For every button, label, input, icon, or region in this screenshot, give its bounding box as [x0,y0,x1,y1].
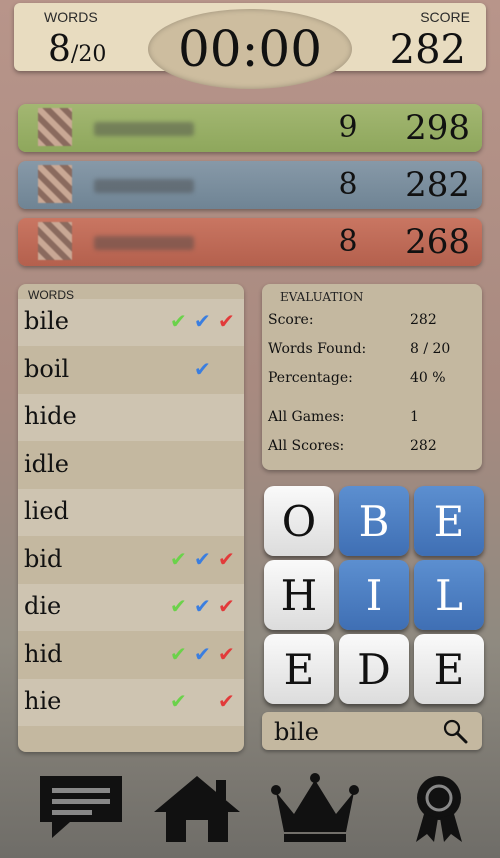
green-check-icon: ✔ [170,309,187,333]
score-label: SCORE [420,9,470,25]
letter-tile[interactable]: E [264,634,334,704]
list-item[interactable]: idle [18,442,244,489]
player-score: 268 [405,222,470,262]
player-row-1: 9 298 [18,104,482,152]
letter-tile[interactable]: B [339,486,409,556]
avatar [38,222,72,260]
red-check-icon: ✔ [218,641,235,666]
avatar [38,108,72,146]
current-word: bile [274,718,319,746]
evaluation-title: EVALUATION [280,290,364,304]
home-icon[interactable] [152,772,242,844]
list-item[interactable]: bile ✔ ✔ ✔ [18,299,244,346]
letter-tile[interactable]: D [339,634,409,704]
blue-check-icon: ✔ [194,546,211,571]
letter-tile[interactable]: H [264,560,334,630]
word-text: bid [24,544,63,573]
letter-tile[interactable]: L [414,560,484,630]
list-item[interactable]: hide [18,394,244,441]
word-text: bile [24,307,69,335]
eval-words-found-value: 8 / 20 [410,341,451,357]
green-check-icon: ✔ [170,546,187,571]
word-text: hie [24,687,62,715]
letter-tile[interactable]: O [264,486,334,556]
eval-score-value: 282 [410,312,437,328]
red-check-icon: ✔ [218,309,235,333]
words-list-panel[interactable]: WORDS bile ✔ ✔ ✔ boil ✔ hide idle lied bid ✔ ✔ ✔ die ✔… [18,284,244,752]
current-word-bar[interactable]: bile [262,712,482,750]
letter-tile[interactable]: E [414,486,484,556]
red-check-icon: ✔ [218,689,235,713]
eval-percentage-value: 40 % [410,370,446,386]
green-check-icon: ✔ [170,594,187,618]
list-item[interactable]: lied [18,489,244,536]
words-label: WORDS [44,9,98,25]
player-name-redacted [94,122,194,136]
word-text: hide [24,402,77,430]
green-check-icon: ✔ [170,641,187,666]
eval-all-games-value: 1 [410,409,419,425]
blue-check-icon: ✔ [194,356,211,381]
list-item[interactable]: bid ✔ ✔ ✔ [18,537,244,584]
player-row-2: 8 282 [18,161,482,209]
blue-check-icon: ✔ [194,309,211,333]
crown-icon[interactable] [270,772,360,844]
evaluation-panel: EVALUATION Score: 282 Words Found: 8 / 2… [262,284,482,470]
eval-all-games-label: All Games: [268,409,345,425]
list-item[interactable]: hie ✔ ✔ [18,679,244,726]
search-icon[interactable] [442,718,468,744]
player-name-redacted [94,179,194,193]
eval-all-scores-label: All Scores: [268,438,345,454]
red-check-icon: ✔ [218,594,235,618]
list-item[interactable]: boil ✔ [18,347,244,394]
word-text: hid [24,639,63,668]
score-value: 282 [389,27,466,73]
eval-words-found-label: Words Found: [268,341,367,357]
word-text: lied [24,497,69,525]
word-text: idle [24,449,69,478]
letter-tile[interactable]: E [414,634,484,704]
blue-check-icon: ✔ [194,641,211,666]
player-row-3: 8 268 [18,218,482,266]
list-item[interactable]: hid ✔ ✔ ✔ [18,632,244,679]
eval-percentage-label: Percentage: [268,370,353,386]
player-words: 8 [338,167,358,202]
chat-icon[interactable] [36,772,126,844]
word-text: boil [24,354,70,383]
green-check-icon: ✔ [170,689,187,713]
player-name-redacted [94,236,194,250]
eval-all-scores-value: 282 [410,438,437,454]
player-words: 8 [338,224,358,259]
eval-score-label: Score: [268,312,314,328]
red-check-icon: ✔ [218,546,235,571]
timer: 00:00 [148,9,352,89]
list-item[interactable]: die ✔ ✔ ✔ [18,584,244,631]
word-text: die [24,592,62,620]
player-score: 298 [405,108,470,148]
award-icon[interactable] [394,772,484,844]
words-count: 8/20 [48,29,107,70]
blue-check-icon: ✔ [194,594,211,618]
player-score: 282 [405,165,470,205]
letter-tile[interactable]: I [339,560,409,630]
avatar [38,165,72,203]
player-words: 9 [338,110,358,145]
